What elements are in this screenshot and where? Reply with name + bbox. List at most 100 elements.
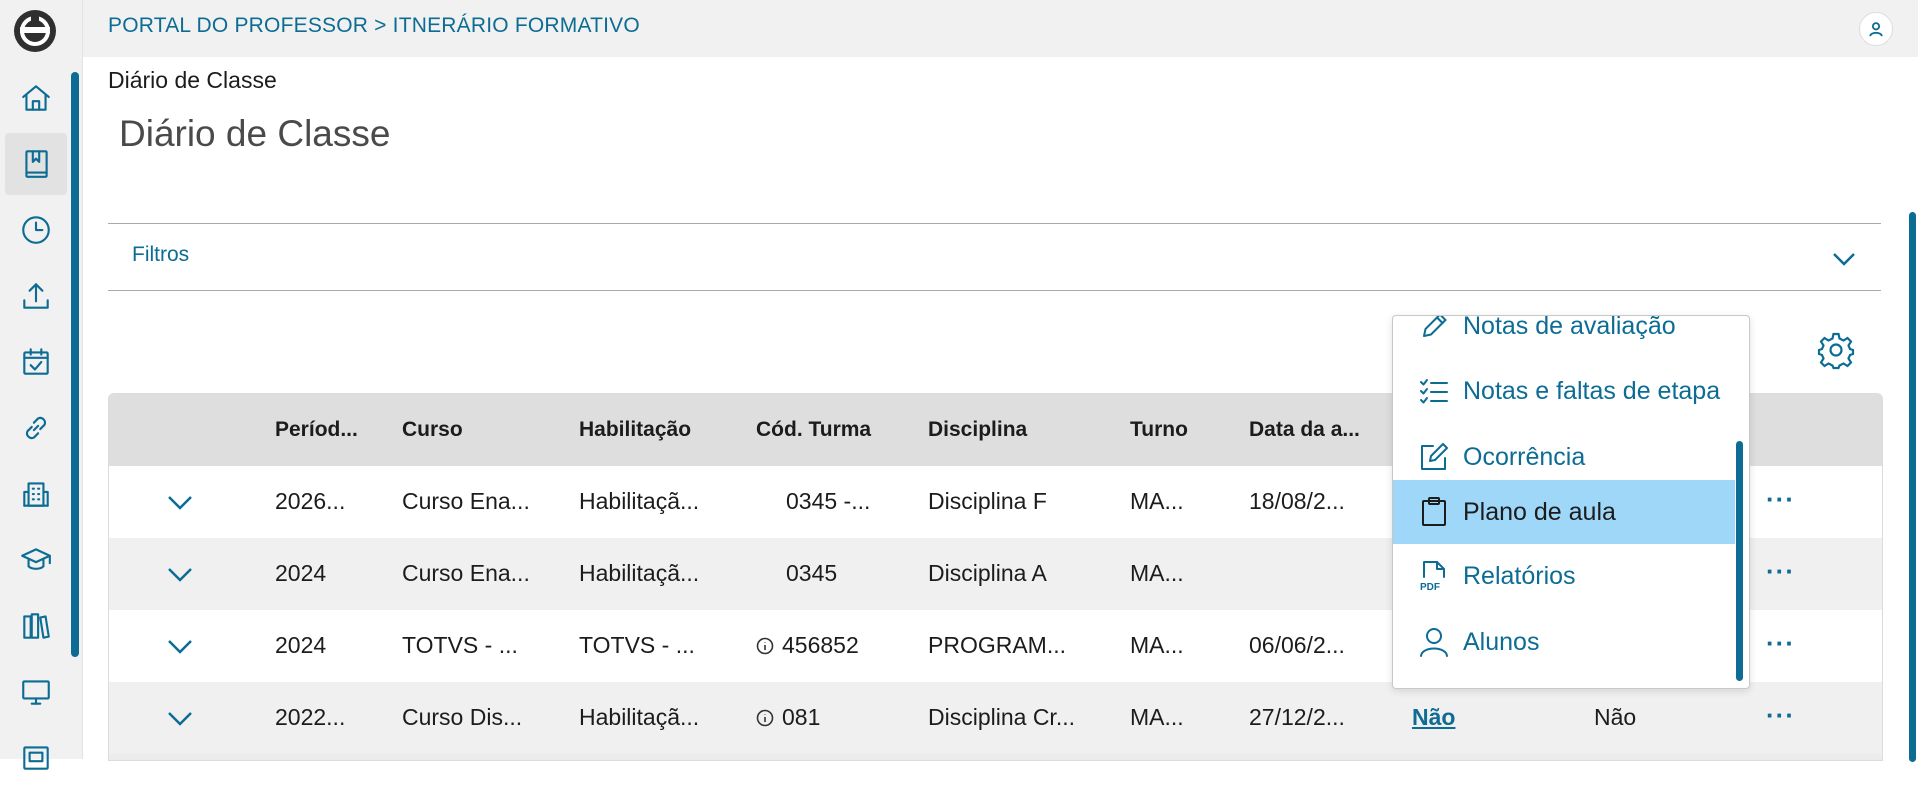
cell-curso: Curso Ena... bbox=[402, 488, 530, 514]
gear-icon bbox=[1817, 332, 1855, 370]
cell-cod-turma: 456852 bbox=[756, 632, 859, 659]
sidebar-item-institution[interactable] bbox=[5, 463, 67, 525]
page-title: Diário de Classe bbox=[119, 113, 391, 154]
edit-icon bbox=[1417, 440, 1451, 474]
sidebar bbox=[0, 0, 83, 770]
page-scrollbar[interactable] bbox=[1909, 212, 1916, 762]
sidebar-item-card[interactable] bbox=[5, 727, 67, 789]
menu-item-label: Notas de avaliação bbox=[1463, 315, 1676, 340]
cell-disciplina: Disciplina Cr... bbox=[928, 704, 1075, 730]
cell-disciplina: Disciplina A bbox=[928, 560, 1047, 586]
row-actions-more-icon[interactable]: ··· bbox=[1766, 628, 1795, 659]
user-icon bbox=[1869, 22, 1883, 37]
cell-habilitacao: TOTVS - ... bbox=[579, 632, 695, 658]
home-icon bbox=[22, 85, 50, 111]
sidebar-item-calendar[interactable] bbox=[5, 331, 67, 393]
sidebar-item-links[interactable] bbox=[5, 397, 67, 459]
user-icon bbox=[1417, 625, 1451, 659]
cell-turno: MA... bbox=[1130, 560, 1184, 586]
info-icon[interactable] bbox=[756, 706, 774, 727]
breadcrumb: Diário de Classe bbox=[108, 67, 277, 93]
sidebar-item-library[interactable] bbox=[5, 595, 67, 657]
column-header-data[interactable]: Data da a... bbox=[1249, 418, 1360, 442]
graduation-cap-icon bbox=[21, 548, 51, 570]
cell-cod-turma: 0345 -... bbox=[786, 488, 871, 514]
sidebar-item-home[interactable] bbox=[5, 67, 67, 129]
cell-status: Não bbox=[1594, 704, 1637, 730]
row-actions-more-icon[interactable]: ··· bbox=[1766, 556, 1795, 587]
menu-item-label: Plano de aula bbox=[1463, 497, 1616, 526]
cell-periodo: 2024 bbox=[275, 632, 327, 658]
link-icon bbox=[25, 416, 47, 440]
menu-item-relatorios[interactable]: PDF Relatórios bbox=[1393, 544, 1735, 608]
cell-turno: MA... bbox=[1130, 704, 1184, 730]
menu-item-label: Relatórios bbox=[1463, 561, 1576, 590]
top-bar: PORTAL DO PROFESSOR > ITNERÁRIO FORMATIV… bbox=[83, 0, 1918, 57]
column-header-turno[interactable]: Turno bbox=[1130, 418, 1188, 442]
cell-data: 27/12/2... bbox=[1249, 704, 1345, 730]
column-header-curso[interactable]: Curso bbox=[402, 418, 463, 442]
cell-periodo: 2024 bbox=[275, 560, 327, 586]
sidebar-item-diario[interactable] bbox=[5, 133, 67, 195]
cell-data: 06/06/2... bbox=[1249, 632, 1345, 658]
calendar-check-icon bbox=[23, 348, 49, 375]
book-icon bbox=[25, 150, 48, 178]
menu-item-label: Ocorrência bbox=[1463, 442, 1586, 471]
sidebar-item-history[interactable] bbox=[5, 199, 67, 261]
sidebar-item-upload[interactable] bbox=[5, 265, 67, 327]
cell-curso: Curso Ena... bbox=[402, 560, 530, 586]
menu-item-plano-aula[interactable]: Plano de aula bbox=[1393, 480, 1735, 544]
menu-item-notas-avaliacao[interactable]: Notas de avaliação bbox=[1393, 315, 1735, 358]
cell-cod-turma: 081 bbox=[756, 704, 820, 731]
row-expand-chevron-icon[interactable] bbox=[165, 562, 195, 588]
user-avatar[interactable] bbox=[1859, 12, 1893, 46]
column-header-cod-turma[interactable]: Cód. Turma bbox=[756, 418, 871, 442]
clock-icon bbox=[22, 216, 50, 244]
cell-cod-turma-value: 081 bbox=[782, 704, 821, 730]
sidebar-item-academic[interactable] bbox=[5, 529, 67, 591]
cell-status-link[interactable]: Não bbox=[1412, 704, 1455, 731]
menu-item-alunos[interactable]: Alunos bbox=[1393, 610, 1735, 674]
cell-cod-turma-value: 456852 bbox=[782, 632, 859, 658]
upload-icon bbox=[23, 283, 49, 309]
column-header-periodo[interactable]: Períod... bbox=[275, 418, 358, 442]
row-expand-chevron-icon[interactable] bbox=[165, 706, 195, 732]
cell-curso: Curso Dis... bbox=[402, 704, 523, 730]
table-row[interactable]: 2022... Curso Dis... Habilitaçã... 081 D… bbox=[109, 682, 1882, 754]
column-header-disciplina[interactable]: Disciplina bbox=[928, 418, 1027, 442]
library-icon bbox=[23, 613, 50, 639]
row-actions-menu: Notas de avaliação Notas e faltas de eta… bbox=[1392, 315, 1750, 689]
id-card-icon bbox=[23, 746, 49, 770]
cell-cod-turma: 0345 bbox=[786, 560, 838, 586]
settings-gear-button[interactable] bbox=[1816, 330, 1856, 370]
menu-item-label: Alunos bbox=[1463, 627, 1540, 656]
row-actions-more-icon[interactable]: ··· bbox=[1766, 700, 1795, 731]
pdf-icon: PDF bbox=[1417, 559, 1451, 593]
cell-periodo: 2022... bbox=[275, 704, 346, 730]
cell-habilitacao: Habilitaçã... bbox=[579, 704, 700, 730]
cell-disciplina: PROGRAM... bbox=[928, 632, 1067, 658]
row-expand-chevron-icon[interactable] bbox=[165, 490, 195, 516]
row-expand-chevron-icon[interactable] bbox=[165, 634, 195, 660]
building-icon bbox=[23, 482, 49, 507]
menu-scrollbar[interactable] bbox=[1736, 441, 1743, 681]
menu-item-label: Notas e faltas de etapa bbox=[1463, 376, 1721, 405]
cell-periodo: 2026... bbox=[275, 488, 346, 514]
cell-data: 18/08/2... bbox=[1249, 488, 1345, 514]
menu-item-notas-faltas-etapa[interactable]: Notas e faltas de etapa bbox=[1393, 359, 1735, 423]
sidebar-item-online[interactable] bbox=[5, 661, 67, 723]
app-logo-icon[interactable] bbox=[12, 8, 58, 54]
app-title: PORTAL DO PROFESSOR > ITNERÁRIO FORMATIV… bbox=[108, 14, 640, 37]
checklist-icon bbox=[1417, 374, 1451, 408]
cell-habilitacao: Habilitaçã... bbox=[579, 560, 700, 586]
pencil-icon bbox=[1417, 316, 1451, 343]
info-icon[interactable] bbox=[756, 634, 774, 655]
column-header-habilitacao[interactable]: Habilitação bbox=[579, 418, 691, 442]
chevron-down-icon[interactable] bbox=[1829, 244, 1859, 274]
row-actions-more-icon[interactable]: ··· bbox=[1766, 484, 1795, 515]
filters-panel[interactable]: Filtros bbox=[108, 223, 1881, 291]
cell-habilitacao: Habilitaçã... bbox=[579, 488, 700, 514]
sidebar-scrollbar[interactable] bbox=[71, 72, 79, 657]
cell-curso: TOTVS - ... bbox=[402, 632, 518, 658]
filters-label: Filtros bbox=[132, 243, 190, 266]
